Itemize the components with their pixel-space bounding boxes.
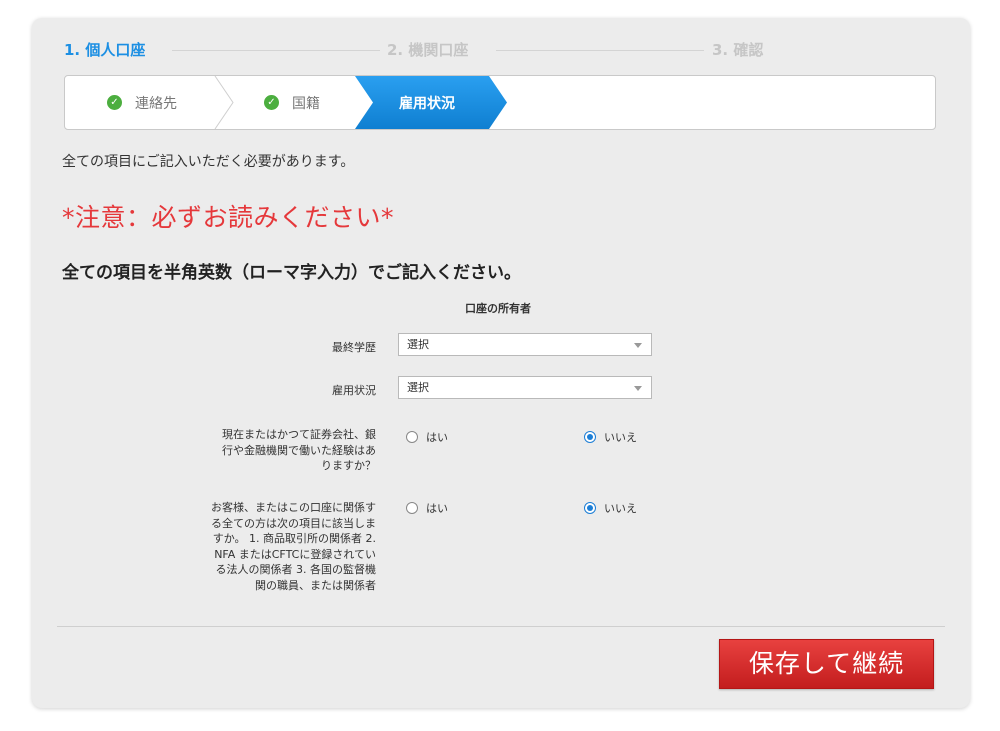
crumb-contact-label: 連絡先 bbox=[135, 95, 177, 112]
employment-select-value: 選択 bbox=[407, 381, 429, 394]
employment-select[interactable]: 選択 bbox=[398, 376, 652, 399]
crumb-employment-current[interactable]: 雇用状況 bbox=[355, 76, 510, 129]
step-2-label: 2. 機関口座 bbox=[387, 41, 469, 59]
crumb-nationality-label: 国籍 bbox=[292, 95, 320, 112]
radio-unchecked-icon bbox=[406, 502, 418, 514]
caret-down-icon bbox=[634, 343, 642, 348]
employment-label: 雇用状況 bbox=[332, 384, 376, 397]
education-select[interactable]: 選択 bbox=[398, 333, 652, 356]
crumb-contact[interactable]: ✓ 連絡先 bbox=[107, 76, 177, 129]
footer-divider bbox=[57, 626, 945, 627]
chevron-separator bbox=[214, 76, 234, 129]
crumb-nationality[interactable]: ✓ 国籍 bbox=[264, 76, 320, 129]
radio-unchecked-icon bbox=[406, 431, 418, 443]
column-header-owner: 口座の所有者 bbox=[465, 302, 531, 315]
q1-yes-label: はい bbox=[426, 431, 448, 444]
warning-heading: *注意：必ずお読みください* bbox=[62, 203, 395, 232]
q2-yes-radio[interactable]: はい bbox=[406, 500, 448, 516]
q1-yes-radio[interactable]: はい bbox=[406, 429, 448, 445]
q2-label: お客様、またはこの口座に関係する全ての方は次の項目に該当しますか。 1. 商品取… bbox=[211, 501, 376, 592]
q1-no-label: いいえ bbox=[604, 431, 637, 444]
crumb-employment-label: 雇用状況 bbox=[399, 95, 455, 112]
education-label: 最終学歴 bbox=[332, 341, 376, 354]
save-continue-button[interactable]: 保存して継続 bbox=[719, 639, 934, 689]
instruction-heading: 全ての項目を半角英数（ローマ字入力）でご記入ください。 bbox=[62, 263, 521, 283]
q2-no-label: いいえ bbox=[604, 502, 637, 515]
section-breadcrumbs: ✓ 連絡先 ✓ 国籍 雇用状況 bbox=[64, 75, 936, 130]
step-3-label: 3. 確認 bbox=[712, 41, 764, 59]
caret-down-icon bbox=[634, 386, 642, 391]
step-connector bbox=[172, 50, 380, 51]
check-circle-icon: ✓ bbox=[107, 95, 122, 110]
q1-label: 現在またはかつて証券会社、銀行や金融機関で働いた経験はありますか？ bbox=[222, 428, 376, 472]
radio-checked-icon bbox=[584, 502, 596, 514]
step-1-label: 1. 個人口座 bbox=[64, 41, 146, 59]
check-circle-icon: ✓ bbox=[264, 95, 279, 110]
education-select-value: 選択 bbox=[407, 338, 429, 351]
form-card: 1. 個人口座 2. 機関口座 3. 確認 ✓ 連絡先 ✓ 国籍 雇用状況 全て… bbox=[32, 18, 970, 708]
q1-no-radio[interactable]: いいえ bbox=[584, 429, 637, 445]
radio-checked-icon bbox=[584, 431, 596, 443]
q2-no-radio[interactable]: いいえ bbox=[584, 500, 637, 516]
step-progress: 1. 個人口座 2. 機関口座 3. 確認 bbox=[64, 40, 936, 60]
required-notice: 全ての項目にご記入いただく必要があります。 bbox=[62, 154, 355, 170]
q2-yes-label: はい bbox=[426, 502, 448, 515]
step-connector bbox=[496, 50, 704, 51]
